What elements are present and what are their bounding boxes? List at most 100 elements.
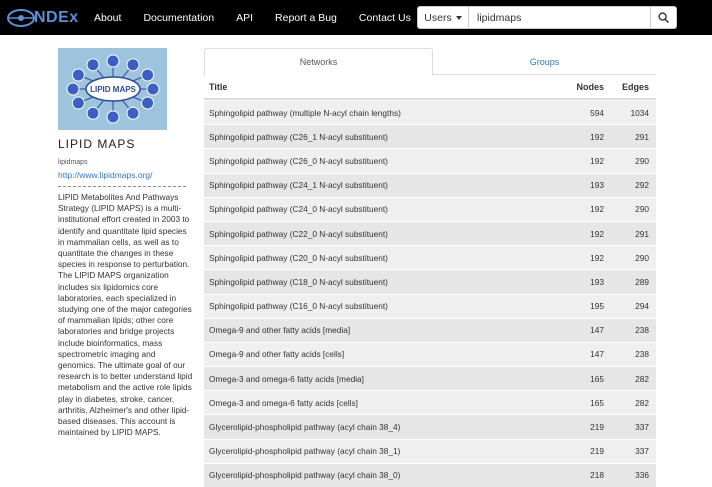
nav-documentation-link[interactable]: Documentation xyxy=(143,12,214,24)
table-row[interactable]: Omega-3 and omega-6 fatty acids [media] 1… xyxy=(204,366,656,391)
nav-api-link[interactable]: API xyxy=(236,12,253,24)
node-count: 193 xyxy=(590,276,604,287)
search-scope-dropdown[interactable]: Users xyxy=(417,6,469,29)
table-row[interactable]: Omega-9 and other fatty acids [cells] 147… xyxy=(204,341,656,367)
column-header-nodes[interactable]: Nodes xyxy=(554,82,604,92)
table-row[interactable]: Sphingolipid pathway (C20_0 N-acyl subst… xyxy=(204,245,656,270)
table-row[interactable]: Sphingolipid pathway (C24_1 N-acyl subst… xyxy=(204,172,656,197)
network-title-link[interactable]: Sphingolipid pathway (multiple N-acyl ch… xyxy=(204,108,554,118)
brand-home-link[interactable]: NDEx xyxy=(6,7,79,29)
edge-count: 292 xyxy=(635,180,649,191)
profile-handle: lipidmaps xyxy=(58,159,88,166)
edge-count: 336 xyxy=(635,470,649,481)
network-title-link[interactable]: Glycerolipid-phospholipid pathway (acyl … xyxy=(204,446,554,456)
tab-groups[interactable]: Groups xyxy=(433,48,656,75)
edge-count: 337 xyxy=(635,422,649,433)
network-title-link[interactable]: Sphingolipid pathway (C22_0 N-acyl subst… xyxy=(204,229,554,239)
node-count: 165 xyxy=(590,397,604,408)
logo-node xyxy=(86,58,99,72)
network-title-link[interactable]: Glycerolipid-phospholipid pathway (acyl … xyxy=(204,422,554,432)
table-row[interactable]: Sphingolipid pathway (C24_0 N-acyl subst… xyxy=(204,196,656,221)
logo-node xyxy=(126,58,139,72)
ndex-logo-icon xyxy=(7,9,35,27)
network-title-link[interactable]: Omega-3 and omega-6 fatty acids [media] xyxy=(204,374,554,384)
table-row[interactable]: Sphingolipid pathway (C22_0 N-acyl subst… xyxy=(204,220,656,246)
table-row[interactable]: Sphingolipid pathway (C26_1 N-acyl subst… xyxy=(204,124,656,149)
table-body: Sphingolipid pathway (multiple N-acyl ch… xyxy=(204,100,656,487)
edge-count: 1034 xyxy=(630,107,649,118)
logo-node xyxy=(126,106,139,120)
node-count: 165 xyxy=(590,373,604,384)
network-title-link[interactable]: Sphingolipid pathway (C24_1 N-acyl subst… xyxy=(204,180,554,190)
node-count: 218 xyxy=(590,470,604,481)
brand-name: NDEx xyxy=(34,9,79,26)
profile-divider xyxy=(58,186,186,187)
table-row[interactable]: Glycerolipid-phospholipid pathway (acyl … xyxy=(204,414,656,439)
search-button[interactable] xyxy=(651,6,677,29)
edge-count: 294 xyxy=(635,301,649,312)
tab-networks[interactable]: Networks xyxy=(204,48,433,76)
network-title-link[interactable]: Sphingolipid pathway (C24_0 N-acyl subst… xyxy=(204,204,554,214)
edge-count: 291 xyxy=(635,131,649,142)
table-row[interactable]: Sphingolipid pathway (C16_0 N-acyl subst… xyxy=(204,293,656,318)
logo-node xyxy=(71,96,85,110)
edge-count: 238 xyxy=(635,349,649,360)
edge-count: 282 xyxy=(635,373,649,384)
node-count: 219 xyxy=(590,422,604,433)
network-title-link[interactable]: Sphingolipid pathway (C20_0 N-acyl subst… xyxy=(204,253,554,263)
network-title-link[interactable]: Sphingolipid pathway (C16_0 N-acyl subst… xyxy=(204,301,554,311)
edge-count: 289 xyxy=(635,276,649,287)
search-input[interactable] xyxy=(469,6,651,29)
edge-count: 337 xyxy=(635,446,649,457)
network-title-link[interactable]: Omega-3 and omega-6 fatty acids [cells] xyxy=(204,398,554,408)
logo-node xyxy=(66,82,79,96)
network-title-link[interactable]: Sphingolipid pathway (C18_0 N-acyl subst… xyxy=(204,277,554,287)
table-row[interactable]: Glycerolipid-phospholipid pathway (acyl … xyxy=(204,438,656,463)
profile-logo: LIPID MAPS xyxy=(58,48,167,130)
profile-sidebar: LIPID MAPS LIPID MAPS lipidmaps http://w… xyxy=(58,48,192,438)
nav-about-link[interactable]: About xyxy=(94,12,121,24)
network-title-link[interactable]: Sphingolipid pathway (C26_0 N-acyl subst… xyxy=(204,156,554,166)
table-row[interactable]: Sphingolipid pathway (C18_0 N-acyl subst… xyxy=(204,269,656,294)
lipid-maps-logo-icon: LIPID MAPS xyxy=(66,54,159,124)
navbar: NDEx About Documentation API Report a Bu… xyxy=(0,0,712,35)
search-scope-label: Users xyxy=(424,11,452,24)
edge-count: 291 xyxy=(635,228,649,239)
content-tabs: Networks Groups xyxy=(204,48,656,76)
search-icon xyxy=(658,12,669,23)
nav-report-bug-link[interactable]: Report a Bug xyxy=(275,12,337,24)
node-count: 192 xyxy=(590,228,604,239)
table-row[interactable]: Glycerolipid-phospholipid pathway (acyl … xyxy=(204,462,656,487)
network-title-link[interactable]: Sphingolipid pathway (C26_1 N-acyl subst… xyxy=(204,132,554,142)
node-count: 192 xyxy=(590,131,604,142)
node-count: 192 xyxy=(590,204,604,215)
profile-title: LIPID MAPS xyxy=(58,137,136,151)
network-title-link[interactable]: Omega-9 and other fatty acids [cells] xyxy=(204,349,554,359)
table-row[interactable]: Sphingolipid pathway (C26_0 N-acyl subst… xyxy=(204,148,656,173)
nav-contact-link[interactable]: Contact Us xyxy=(359,12,411,24)
table-row[interactable]: Omega-3 and omega-6 fatty acids [cells] 1… xyxy=(204,390,656,415)
column-header-title[interactable]: Title xyxy=(204,82,554,92)
logo-node xyxy=(86,106,99,120)
network-title-link[interactable]: Omega-9 and other fatty acids [media] xyxy=(204,325,554,335)
edge-count: 282 xyxy=(635,397,649,408)
table-row[interactable]: Omega-9 and other fatty acids [media] 147… xyxy=(204,317,656,342)
node-count: 192 xyxy=(590,155,604,166)
column-header-edges[interactable]: Edges xyxy=(604,82,649,92)
edge-count: 238 xyxy=(635,325,649,336)
profile-url-link[interactable]: http://www.lipidmaps.org/ xyxy=(58,170,190,180)
logo-caption: LIPID MAPS xyxy=(90,85,136,94)
networks-table: Title Nodes Edges Sphingolipid pathway (… xyxy=(204,76,656,487)
edge-count: 290 xyxy=(635,252,649,263)
table-header: Title Nodes Edges xyxy=(204,76,656,100)
profile-description: LIPID Metabolites And Pathways Strategy … xyxy=(58,192,193,438)
node-count: 219 xyxy=(590,446,604,457)
edge-count: 290 xyxy=(635,204,649,215)
network-title-link[interactable]: Glycerolipid-phospholipid pathway (acyl … xyxy=(204,470,554,480)
logo-node xyxy=(106,54,119,68)
node-count: 195 xyxy=(590,301,604,312)
node-count: 147 xyxy=(590,349,604,360)
table-row[interactable]: Sphingolipid pathway (multiple N-acyl ch… xyxy=(204,100,656,125)
search-group: Users xyxy=(417,6,677,29)
node-count: 594 xyxy=(590,107,604,118)
